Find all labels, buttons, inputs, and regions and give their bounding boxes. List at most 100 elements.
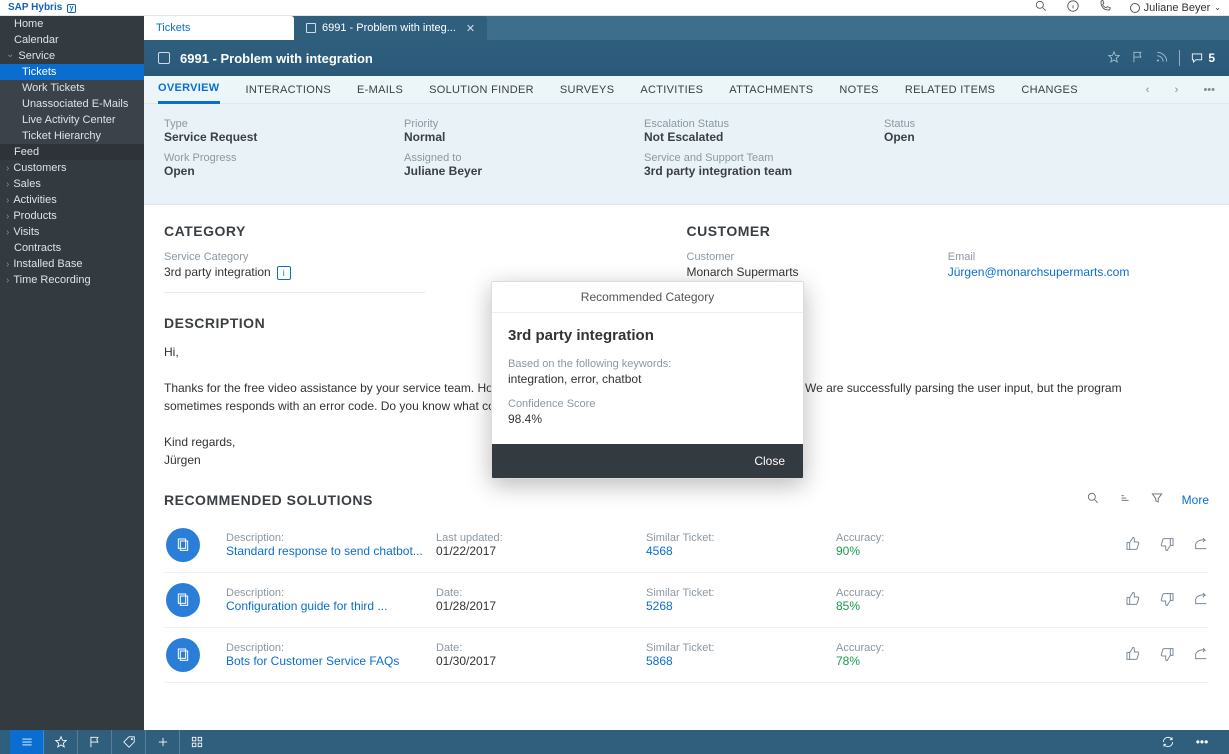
bottombar: ••• [0, 730, 1229, 754]
category-title: CATEGORY [164, 223, 687, 239]
solution-ticket-link[interactable]: 5868 [646, 654, 836, 668]
tag-icon[interactable] [112, 730, 146, 754]
chevron-left-icon[interactable]: ‹ [1146, 84, 1150, 96]
sidebar-item-home[interactable]: Home [0, 16, 144, 32]
titlebar: 6991 - Problem with integration 5 [144, 40, 1229, 76]
flag-icon[interactable] [78, 730, 112, 754]
tab-strip: Tickets 6991 - Problem with integ...✕ [144, 16, 1229, 40]
page-title: 6991 - Problem with integration [180, 51, 373, 66]
modal-title: Recommended Category [492, 282, 803, 313]
sidebar-item-ticket-hierarchy[interactable]: Ticket Hierarchy [0, 128, 144, 144]
sidebar-item-service[interactable]: Service [0, 48, 144, 64]
sidebar-item-customers[interactable]: Customers [0, 160, 144, 176]
star-icon[interactable] [44, 730, 78, 754]
phone-icon[interactable] [1098, 0, 1112, 16]
sort-icon[interactable] [1118, 491, 1132, 508]
refresh-icon[interactable] [1151, 730, 1185, 754]
tab-tickets[interactable]: Tickets [144, 16, 294, 40]
modal-heading: 3rd party integration [508, 327, 787, 344]
add-icon[interactable] [146, 730, 180, 754]
sidebar-item-live-activity[interactable]: Live Activity Center [0, 112, 144, 128]
solution-accuracy: 90% [836, 544, 976, 558]
customer-email-link[interactable]: Jürgen@monarchsupermarts.com [948, 265, 1209, 279]
tab-emails[interactable]: E-MAILS [357, 77, 403, 103]
sidebar-item-activities[interactable]: Activities [0, 192, 144, 208]
tab-solution-finder[interactable]: SOLUTION FINDER [429, 77, 534, 103]
customer-value: Monarch Supermarts [687, 265, 948, 279]
tab-overview[interactable]: OVERVIEW [158, 75, 220, 104]
solution-row: Description:Bots for Customer Service FA… [164, 628, 1209, 683]
sidebar-item-sales[interactable]: Sales [0, 176, 144, 192]
comment-count[interactable]: 5 [1190, 51, 1215, 65]
sidebar-item-products[interactable]: Products [0, 208, 144, 224]
sidebar-item-feed[interactable]: Feed [0, 144, 144, 160]
sidebar-item-work-tickets[interactable]: Work Tickets [0, 80, 144, 96]
share-icon[interactable] [1193, 646, 1209, 665]
global-topbar: SAP Hybris y Juliane Beyer ⌄ [0, 0, 1229, 16]
tab-active-ticket[interactable]: 6991 - Problem with integ...✕ [294, 16, 487, 40]
tab-surveys[interactable]: SURVEYS [560, 77, 614, 103]
thumbs-down-icon[interactable] [1159, 536, 1175, 555]
sidebar-item-visits[interactable]: Visits [0, 224, 144, 240]
chevron-right-icon[interactable]: › [1175, 84, 1179, 96]
solution-ticket-link[interactable]: 5268 [646, 599, 836, 613]
info-icon[interactable] [1066, 0, 1080, 16]
solution-ticket-link[interactable]: 4568 [646, 544, 836, 558]
modal-keywords: integration, error, chatbot [508, 372, 787, 386]
meta-progress: Open [164, 164, 404, 178]
thumbs-up-icon[interactable] [1125, 591, 1141, 610]
tab-notes[interactable]: NOTES [839, 77, 878, 103]
tab-changes[interactable]: CHANGES [1021, 77, 1078, 103]
info-icon[interactable]: i [277, 266, 291, 280]
close-button[interactable]: Close [742, 450, 797, 472]
sidebar-item-calendar[interactable]: Calendar [0, 32, 144, 48]
search-icon[interactable] [1034, 0, 1048, 16]
close-tab-icon[interactable]: ✕ [466, 22, 475, 35]
solution-desc-link[interactable]: Bots for Customer Service FAQs [226, 654, 436, 668]
tab-activities[interactable]: ACTIVITIES [640, 77, 703, 103]
thumbs-up-icon[interactable] [1125, 646, 1141, 665]
meta-type: Service Request [164, 130, 404, 144]
thumbs-up-icon[interactable] [1125, 536, 1141, 555]
filter-icon[interactable] [1150, 491, 1164, 508]
star-icon[interactable] [1107, 50, 1121, 67]
solution-desc-link[interactable]: Standard response to send chatbot... [226, 544, 436, 558]
tab-related-items[interactable]: RELATED ITEMS [905, 77, 996, 103]
more-link[interactable]: More [1182, 493, 1209, 507]
solution-accuracy: 85% [836, 599, 976, 613]
sidebar: Home Calendar Service Tickets Work Ticke… [0, 16, 144, 730]
more-menu-icon[interactable]: ••• [1203, 84, 1215, 96]
solution-date: 01/22/2017 [436, 544, 646, 558]
meta-priority: Normal [404, 130, 644, 144]
sidebar-item-installed-base[interactable]: Installed Base [0, 256, 144, 272]
solution-desc-link[interactable]: Configuration guide for third ... [226, 599, 436, 613]
thumbs-down-icon[interactable] [1159, 646, 1175, 665]
menu-icon[interactable] [10, 730, 44, 754]
solution-row: Description:Standard response to send ch… [164, 518, 1209, 573]
sidebar-item-time-recording[interactable]: Time Recording [0, 272, 144, 288]
tab-interactions[interactable]: INTERACTIONS [246, 77, 332, 103]
customer-title: CUSTOMER [687, 223, 948, 239]
thumbs-down-icon[interactable] [1159, 591, 1175, 610]
recommended-category-modal: Recommended Category 3rd party integrati… [491, 281, 804, 479]
modal-confidence: 98.4% [508, 412, 787, 426]
meta-panel: TypeService Request PriorityNormal Escal… [144, 104, 1229, 205]
share-icon[interactable] [1193, 591, 1209, 610]
user-icon [1130, 3, 1140, 13]
flag-icon[interactable] [1131, 50, 1145, 67]
solution-date: 01/30/2017 [436, 654, 646, 668]
document-icon [166, 528, 200, 562]
sidebar-item-unassoc-emails[interactable]: Unassociated E-Mails [0, 96, 144, 112]
brand: SAP Hybris y [8, 2, 76, 13]
user-menu[interactable]: Juliane Beyer ⌄ [1130, 2, 1221, 14]
more-icon[interactable]: ••• [1185, 730, 1219, 754]
service-category-value: 3rd party integrationi [164, 265, 687, 280]
sidebar-item-tickets[interactable]: Tickets [0, 64, 144, 80]
feed-icon[interactable] [1155, 50, 1169, 67]
sidebar-item-contracts[interactable]: Contracts [0, 240, 144, 256]
tab-attachments[interactable]: ATTACHMENTS [729, 77, 813, 103]
grid-icon[interactable] [180, 730, 214, 754]
ticket-icon [158, 52, 170, 64]
search-icon[interactable] [1086, 491, 1100, 508]
share-icon[interactable] [1193, 536, 1209, 555]
